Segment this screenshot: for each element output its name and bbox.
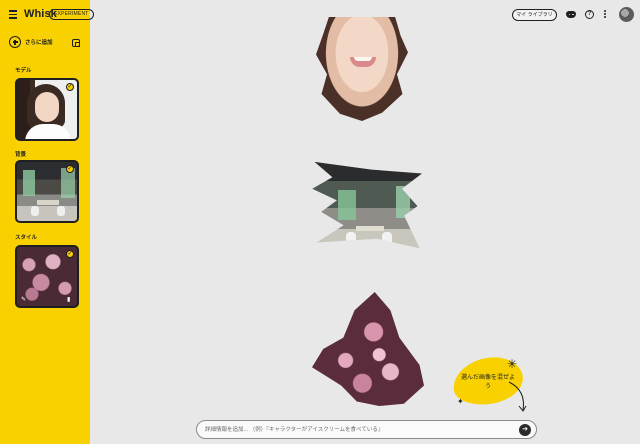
section-label-model: モデル	[15, 68, 32, 74]
sidebar: Whisk EXPERIMENT さらに追加 モデル ✓ 背景 ✓ スタイル ✓…	[0, 0, 94, 444]
sparkle-small-icon: ✦	[457, 397, 464, 406]
curved-arrow-icon	[508, 381, 527, 412]
style-image-card[interactable]: ✓ ✎ ▮	[15, 245, 79, 308]
section-label-background: 背景	[15, 152, 27, 158]
section-label-style: スタイル	[15, 235, 38, 241]
discord-icon[interactable]	[566, 11, 576, 18]
check-icon[interactable]: ✓	[66, 165, 74, 173]
edit-icon[interactable]: ✎	[21, 297, 27, 303]
background-image-card[interactable]: ✓	[15, 160, 79, 223]
check-icon[interactable]: ✓	[66, 83, 74, 91]
delete-icon[interactable]: ▮	[67, 297, 73, 303]
send-button[interactable]: ➔	[519, 424, 531, 436]
style-shape	[312, 292, 424, 406]
plus-icon	[9, 36, 21, 48]
arrow-right-icon: ➔	[522, 426, 528, 433]
collapse-icon[interactable]	[72, 39, 80, 47]
prompt-input[interactable]	[205, 424, 505, 436]
my-library-button[interactable]: マイ ライブラリ	[512, 9, 557, 21]
sparkle-icon: ✳	[507, 357, 518, 371]
help-icon[interactable]: ?	[585, 10, 594, 19]
menu-icon[interactable]	[9, 10, 19, 20]
add-more-button[interactable]: さらに追加	[9, 36, 53, 48]
experiment-badge: EXPERIMENT	[49, 9, 94, 20]
check-icon[interactable]: ✓	[66, 250, 74, 258]
add-more-label: さらに追加	[25, 40, 53, 46]
model-image-card[interactable]: ✓	[15, 78, 79, 141]
prompt-bar: ➔	[196, 420, 537, 439]
model-shape	[316, 17, 408, 121]
avatar[interactable]	[619, 7, 634, 22]
more-vert-icon[interactable]	[604, 10, 607, 20]
background-shape	[312, 161, 422, 249]
